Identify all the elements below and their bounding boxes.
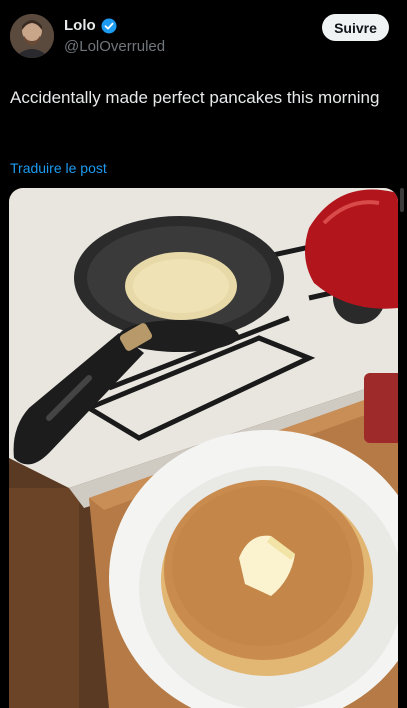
avatar[interactable]: [10, 14, 54, 58]
verified-badge-icon: [101, 18, 117, 34]
follow-button[interactable]: Suivre: [322, 14, 389, 41]
translate-post-link[interactable]: Traduire le post: [10, 160, 107, 176]
name-row: Lolo: [64, 17, 117, 34]
pancakes-photo: [9, 188, 398, 708]
post-header: Lolo @LolOverruled Suivre: [0, 0, 407, 70]
post-text: Accidentally made perfect pancakes this …: [10, 88, 380, 107]
post-image[interactable]: [9, 188, 398, 708]
user-handle[interactable]: @LolOverruled: [64, 38, 165, 55]
avatar-image: [10, 14, 54, 58]
scrollbar[interactable]: [400, 188, 404, 212]
display-name[interactable]: Lolo: [64, 17, 96, 34]
